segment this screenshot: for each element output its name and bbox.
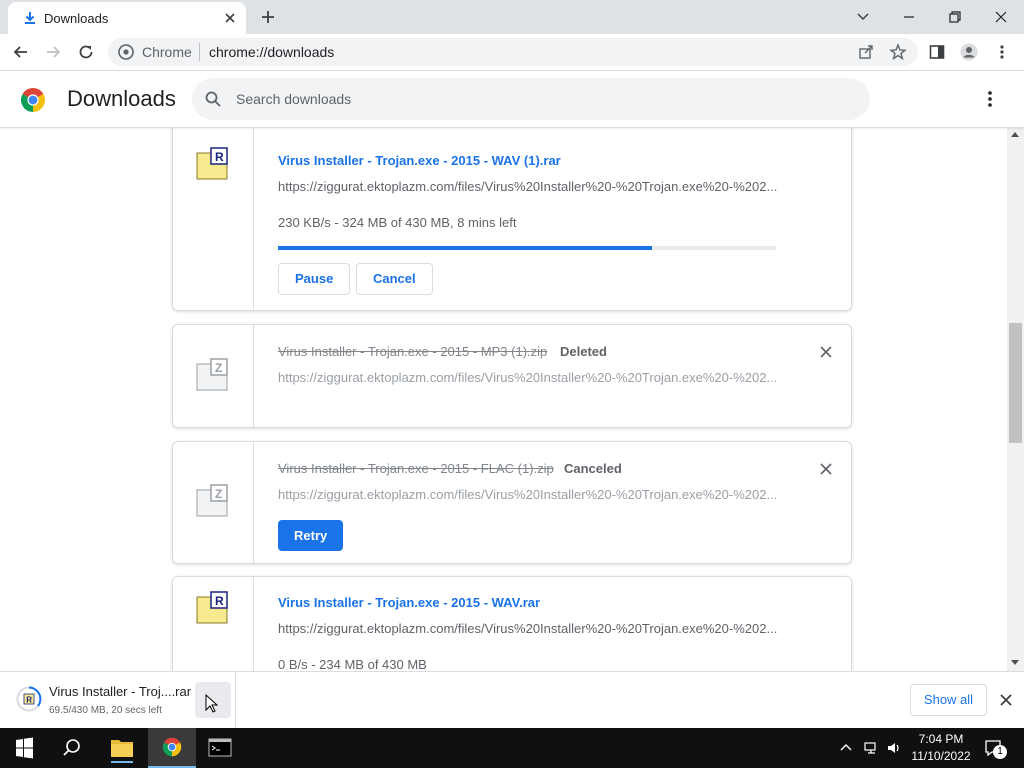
zip-archive-icon: Z xyxy=(196,484,228,517)
zip-archive-icon: Z xyxy=(196,358,228,391)
more-actions-icon[interactable] xyxy=(980,89,1000,109)
scroll-thumb[interactable] xyxy=(1009,323,1022,443)
side-panel-icon[interactable] xyxy=(928,43,946,61)
omnibox-separator xyxy=(199,43,200,61)
downloads-list: R Virus Installer - Trojan.exe - 2015 - … xyxy=(0,128,1007,671)
reload-icon[interactable] xyxy=(77,43,95,61)
file-name: Virus Installer - Trojan.exe - 2015 - FL… xyxy=(278,461,554,476)
close-window-icon[interactable] xyxy=(991,7,1011,27)
file-name-link[interactable]: Virus Installer - Trojan.exe - 2015 - WA… xyxy=(278,153,561,168)
rar-archive-icon: R xyxy=(196,147,228,180)
search-icon xyxy=(205,91,221,107)
mouse-pointer-icon xyxy=(205,694,219,713)
downloads-header: Downloads xyxy=(0,71,1024,128)
file-url[interactable]: https://ziggurat.ektoplazm.com/files/Vir… xyxy=(278,621,778,636)
show-all-button[interactable]: Show all xyxy=(910,684,987,716)
file-url: https://ziggurat.ektoplazm.com/files/Vir… xyxy=(278,487,778,502)
chrome-logo-icon xyxy=(20,87,46,112)
shelf-item-menu-button[interactable] xyxy=(195,682,231,718)
remove-from-list-icon[interactable] xyxy=(819,345,833,359)
rar-archive-icon: R xyxy=(196,591,228,624)
svg-text:Z: Z xyxy=(215,361,222,375)
search-taskbar-icon[interactable] xyxy=(48,728,96,768)
back-icon[interactable] xyxy=(12,43,30,61)
progress-fill xyxy=(278,246,652,250)
share-icon[interactable] xyxy=(857,43,875,61)
svg-text:R: R xyxy=(26,696,32,705)
restore-icon[interactable] xyxy=(945,7,965,27)
file-name-link[interactable]: Virus Installer - Trojan.exe - 2015 - WA… xyxy=(278,595,540,610)
show-hidden-icons-chevron-icon[interactable] xyxy=(838,740,854,756)
shelf-download-item[interactable]: R Virus Installer - Troj....rar 69.5/430… xyxy=(0,672,236,728)
search-box[interactable] xyxy=(192,78,870,120)
site-label: Chrome xyxy=(142,44,192,60)
download-item: Z Virus Installer - Trojan.exe - 2015 - … xyxy=(172,324,852,428)
taskbar-clock-date[interactable]: 11/10/2022 xyxy=(908,749,974,763)
chrome-menu-icon[interactable] xyxy=(993,43,1011,61)
new-tab-icon[interactable] xyxy=(260,9,276,25)
file-icon-column: R xyxy=(173,577,254,671)
download-item: R Virus Installer - Trojan.exe - 2015 - … xyxy=(172,576,852,671)
retry-button[interactable]: Retry xyxy=(278,520,344,551)
download-status: 0 B/s - 234 MB of 430 MB xyxy=(278,657,427,671)
canceled-tag: Canceled xyxy=(564,461,622,476)
taskbar-clock-time[interactable]: 7:04 PM xyxy=(913,732,969,746)
minimize-icon[interactable] xyxy=(899,7,919,27)
scroll-down-arrow-icon[interactable] xyxy=(1011,660,1019,665)
svg-text:Z: Z xyxy=(215,487,222,501)
address-bar[interactable]: Chrome chrome://downloads xyxy=(108,38,918,66)
chrome-taskbar-icon xyxy=(162,737,182,757)
file-icon-column: Z xyxy=(173,442,254,563)
pause-button[interactable]: Pause xyxy=(278,263,351,295)
file-url: https://ziggurat.ektoplazm.com/files/Vir… xyxy=(278,370,778,385)
chrome-taskbar-button[interactable] xyxy=(148,728,196,768)
svg-text:R: R xyxy=(215,594,224,608)
profile-avatar-icon[interactable] xyxy=(960,43,978,61)
file-explorer-icon[interactable] xyxy=(98,728,146,768)
windows-taskbar: 7:04 PM 11/10/2022 1 xyxy=(0,728,1024,768)
deleted-tag: Deleted xyxy=(560,344,607,359)
windows-start-icon[interactable] xyxy=(0,728,48,768)
chrome-site-icon xyxy=(118,44,134,60)
file-icon-column: R xyxy=(173,128,254,310)
bookmark-star-icon[interactable] xyxy=(889,43,907,61)
tab-title: Downloads xyxy=(44,11,109,26)
page-title: Downloads xyxy=(67,86,176,111)
tab-downloads[interactable]: Downloads xyxy=(8,2,246,34)
svg-text:R: R xyxy=(215,150,224,164)
download-shelf: R Virus Installer - Troj....rar 69.5/430… xyxy=(0,671,1024,728)
progress-bar xyxy=(278,246,776,250)
forward-icon[interactable] xyxy=(44,43,62,61)
search-input[interactable] xyxy=(236,89,836,109)
tab-search-chevron-icon[interactable] xyxy=(853,7,873,27)
url-text[interactable]: chrome://downloads xyxy=(209,44,334,60)
download-status: 230 KB/s - 324 MB of 430 MB, 8 mins left xyxy=(278,215,517,230)
terminal-icon[interactable] xyxy=(196,728,244,768)
notification-count-badge: 1 xyxy=(993,745,1007,759)
shelf-file-name: Virus Installer - Troj....rar xyxy=(49,684,192,699)
cancel-button[interactable]: Cancel xyxy=(356,263,433,295)
download-item: Z Virus Installer - Trojan.exe - 2015 - … xyxy=(172,441,852,564)
shelf-file-status: 69.5/430 MB, 20 secs left xyxy=(49,705,162,716)
close-shelf-icon[interactable] xyxy=(999,693,1013,707)
download-progress-ring-icon: R xyxy=(16,686,42,712)
download-item: R Virus Installer - Trojan.exe - 2015 - … xyxy=(172,128,852,311)
network-icon[interactable] xyxy=(863,740,879,756)
file-url[interactable]: https://ziggurat.ektoplazm.com/files/Vir… xyxy=(278,179,778,194)
download-icon xyxy=(25,12,35,24)
file-name: Virus Installer - Trojan.exe - 2015 - MP… xyxy=(278,344,548,359)
toolbar: Chrome chrome://downloads xyxy=(0,34,1024,70)
scroll-up-arrow-icon[interactable] xyxy=(1011,132,1019,137)
file-icon-column: Z xyxy=(173,325,254,427)
page-scrollbar[interactable] xyxy=(1007,128,1024,671)
remove-from-list-icon[interactable] xyxy=(819,462,833,476)
volume-icon[interactable] xyxy=(886,740,902,756)
close-tab-icon[interactable] xyxy=(222,10,238,26)
tab-strip: Downloads xyxy=(0,0,1024,34)
